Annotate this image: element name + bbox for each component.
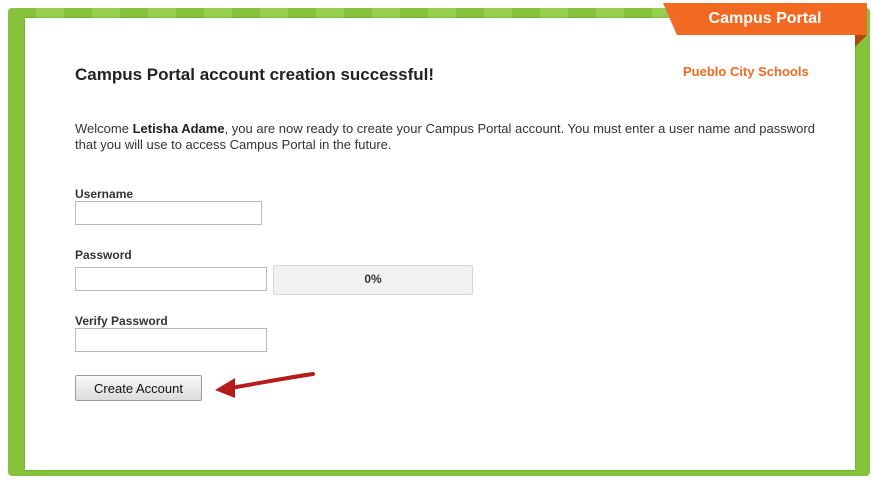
password-label: Password <box>75 248 132 262</box>
district-name: Pueblo City Schools <box>683 64 809 79</box>
password-strength-text: 0% <box>364 272 382 286</box>
red-arrow-icon <box>215 372 315 398</box>
username-input[interactable] <box>75 201 262 225</box>
create-account-button[interactable]: Create Account <box>75 375 202 401</box>
content-card <box>25 18 855 470</box>
welcome-prefix: Welcome <box>75 121 133 136</box>
verify-password-input[interactable] <box>75 328 267 352</box>
username-label: Username <box>75 187 134 201</box>
user-name: Letisha Adame <box>132 121 225 136</box>
password-input[interactable] <box>75 267 267 291</box>
ribbon-fold <box>855 35 867 47</box>
password-strength-meter: 0% <box>273 265 473 295</box>
page-title: Campus Portal account creation successfu… <box>75 65 434 84</box>
campus-portal-ribbon: Campus Portal <box>663 3 867 35</box>
welcome-message: Welcome Letisha Adame, you are now ready… <box>75 121 825 153</box>
verify-password-label: Verify Password <box>75 314 168 328</box>
